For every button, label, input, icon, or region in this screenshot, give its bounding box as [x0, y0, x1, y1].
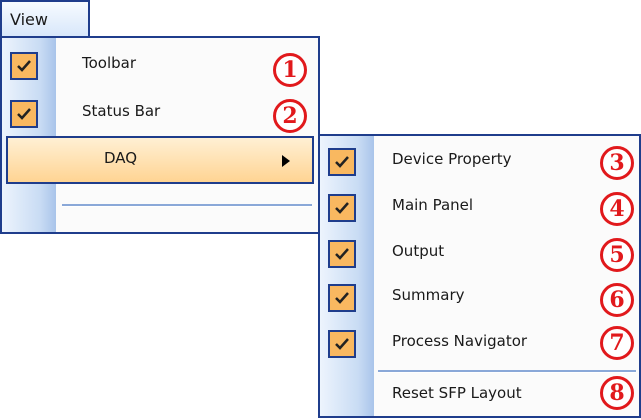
check-icon — [328, 148, 356, 176]
callout-badge: 2 — [273, 99, 307, 133]
menu-item-label: Reset SFP Layout — [392, 384, 522, 402]
menu-item-label: Status Bar — [82, 102, 161, 120]
menu-item-label: Main Panel — [392, 196, 474, 214]
callout-badge: 6 — [600, 283, 634, 317]
menu-item-reset-sfp-layout[interactable]: Reset SFP Layout — [320, 372, 639, 420]
callout-badge: 8 — [600, 376, 634, 410]
check-icon — [328, 284, 356, 312]
callout-badge: 4 — [600, 192, 634, 226]
menu-view-label: View — [10, 10, 48, 29]
menu-view[interactable]: View — [0, 0, 90, 38]
menu-item-main-panel[interactable]: Main Panel — [320, 184, 639, 232]
check-icon — [328, 240, 356, 268]
menu-item-label: Process Navigator — [392, 332, 528, 350]
check-icon — [10, 52, 38, 80]
menu-item-label: Device Property — [392, 150, 512, 168]
menu-item-label: Toolbar — [82, 54, 137, 72]
menu-item-summary[interactable]: Summary — [320, 274, 639, 322]
view-menu: Toolbar Status Bar DAQ — [0, 36, 320, 234]
daq-submenu: Device Property Main Panel Output Summar… — [318, 134, 641, 418]
menu-item-label: Summary — [392, 286, 465, 304]
menu-item-process-navigator[interactable]: Process Navigator — [320, 320, 639, 368]
menu-item-output[interactable]: Output — [320, 230, 639, 278]
menu-item-label: DAQ — [104, 149, 138, 167]
menu-item-device-property[interactable]: Device Property — [320, 138, 639, 186]
callout-badge: 5 — [600, 238, 634, 272]
chevron-right-icon — [282, 155, 290, 167]
menu-item-status-bar[interactable]: Status Bar — [2, 90, 318, 138]
menu-item-label: Output — [392, 242, 445, 260]
callout-badge: 3 — [600, 146, 634, 180]
callout-badge: 1 — [273, 53, 307, 87]
menu-separator — [62, 204, 312, 207]
callout-badge: 7 — [600, 326, 634, 360]
menu-item-toolbar[interactable]: Toolbar — [2, 42, 318, 90]
check-icon — [10, 100, 38, 128]
menu-item-daq[interactable]: DAQ — [6, 136, 314, 184]
check-icon — [328, 194, 356, 222]
check-icon — [328, 330, 356, 358]
